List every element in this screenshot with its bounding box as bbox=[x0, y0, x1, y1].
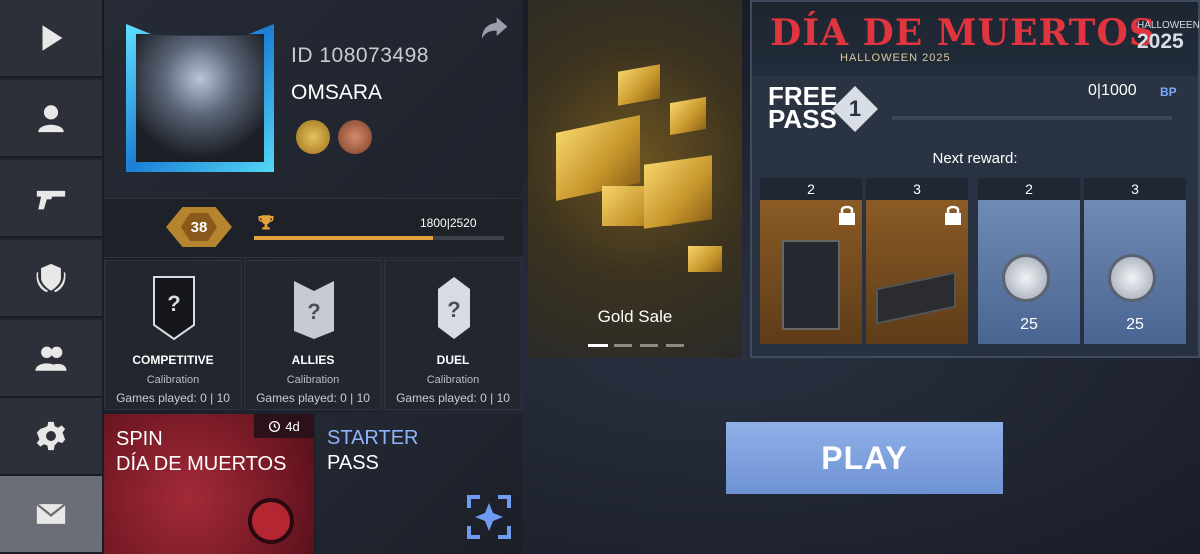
reward-image bbox=[760, 200, 862, 344]
event-year: 2025 bbox=[1137, 30, 1184, 53]
sidebar-item-settings[interactable] bbox=[0, 398, 102, 476]
starter-pass-icon bbox=[467, 495, 511, 539]
rank-title: COMPETITIVE bbox=[132, 353, 214, 367]
allies-rank-icon: ? bbox=[294, 281, 334, 339]
play-button[interactable]: PLAY bbox=[726, 422, 1003, 494]
rank-card-duel[interactable]: ? DUEL Calibration Games played: 0 | 10 bbox=[384, 260, 522, 410]
reward-image: 25 bbox=[978, 200, 1080, 344]
shield-laurel-icon bbox=[36, 263, 66, 293]
chest-icon bbox=[876, 271, 956, 325]
share-icon[interactable] bbox=[478, 12, 510, 44]
rank-status: Calibration bbox=[146, 374, 200, 386]
sidebar-item-friends[interactable] bbox=[0, 320, 102, 398]
silver-coin-icon bbox=[1108, 254, 1156, 302]
reward-item[interactable]: 3 bbox=[866, 178, 968, 344]
svg-text:?: ? bbox=[447, 297, 460, 322]
rank-card-competitive[interactable]: ? COMPETITIVE Calibration Games played: … bbox=[104, 260, 242, 410]
rank-status: Calibration bbox=[426, 374, 480, 386]
coin-amount: 25 bbox=[1020, 316, 1038, 333]
player-name: OMSARA bbox=[291, 81, 383, 104]
rank-status: Calibration bbox=[286, 374, 340, 386]
trophy-icon bbox=[258, 215, 274, 230]
rank-badge-icon[interactable] bbox=[338, 120, 372, 154]
starter-pass-sublabel: PASS bbox=[327, 452, 379, 474]
sidebar-item-play[interactable] bbox=[0, 0, 102, 78]
reward-tier: 3 bbox=[866, 178, 968, 200]
paw-badge-icon[interactable] bbox=[296, 120, 330, 154]
gear-icon bbox=[36, 421, 66, 451]
reward-item[interactable]: 3 25 bbox=[1084, 178, 1186, 344]
clock-icon bbox=[269, 420, 281, 432]
envelope-icon bbox=[36, 503, 66, 524]
gold-bar-icon bbox=[688, 246, 722, 272]
sidebar-item-profile[interactable] bbox=[0, 80, 102, 158]
svg-text:?: ? bbox=[307, 299, 320, 324]
rank-title: ALLIES bbox=[291, 353, 335, 367]
rank-games: Games played: 0 | 10 bbox=[116, 391, 230, 405]
carousel-dot[interactable] bbox=[640, 344, 658, 347]
play-icon bbox=[42, 25, 63, 51]
carousel-dot[interactable] bbox=[614, 344, 632, 347]
reward-image bbox=[866, 200, 968, 344]
gold-bar-icon bbox=[670, 96, 706, 136]
reward-tier: 2 bbox=[978, 178, 1080, 200]
spin-timer: 4d bbox=[254, 414, 314, 438]
duel-rank-icon: ? bbox=[438, 277, 470, 339]
coin-amount: 25 bbox=[1126, 316, 1144, 333]
event-subtitle: HALLOWEEN 2025 bbox=[840, 52, 951, 64]
bp-progress-text: 0|1000 bbox=[1088, 82, 1137, 99]
avatar[interactable] bbox=[126, 24, 274, 172]
carousel-dot-active[interactable] bbox=[588, 344, 608, 347]
xp-text: 1800|2520 bbox=[420, 216, 477, 230]
rank-title: DUEL bbox=[436, 353, 470, 367]
starter-pass-label: STARTER bbox=[327, 427, 419, 449]
reward-item[interactable]: 2 bbox=[760, 178, 862, 344]
person-icon bbox=[38, 105, 64, 133]
reward-item[interactable]: 2 25 bbox=[978, 178, 1080, 344]
silver-coin-icon bbox=[1002, 254, 1050, 302]
group-icon bbox=[35, 346, 67, 371]
pistol-icon bbox=[36, 190, 66, 210]
reward-tier: 2 bbox=[760, 178, 862, 200]
player-id: ID 108073498 bbox=[291, 44, 429, 67]
rank-games: Games played: 0 | 10 bbox=[396, 391, 510, 405]
free-pass-label: FREE PASS bbox=[768, 81, 838, 134]
sidebar-item-arsenal[interactable] bbox=[0, 160, 102, 238]
rank-card-allies[interactable]: ? ALLIES Calibration Games played: 0 | 1… bbox=[244, 260, 382, 410]
svg-text:?: ? bbox=[167, 291, 180, 316]
lock-icon bbox=[839, 205, 855, 225]
reward-image: 25 bbox=[1084, 200, 1186, 344]
spin-token-icon bbox=[248, 498, 294, 544]
event-title: DÍA DE MUERTOS bbox=[770, 12, 1156, 54]
bp-unit: BP bbox=[1160, 85, 1177, 99]
xp-fill bbox=[254, 236, 433, 240]
gold-sale-label: Gold Sale bbox=[597, 307, 673, 326]
sidebar-item-mail[interactable] bbox=[0, 476, 102, 554]
carousel-dot[interactable] bbox=[666, 344, 684, 347]
bp-progress-track bbox=[892, 116, 1172, 120]
rank-games: Games played: 0 | 10 bbox=[256, 391, 370, 405]
next-reward-label: Next reward: bbox=[932, 150, 1018, 167]
reward-tier: 3 bbox=[1084, 178, 1186, 200]
lock-icon bbox=[945, 205, 961, 225]
gold-bar-icon bbox=[644, 155, 712, 229]
sidebar-item-clan[interactable] bbox=[0, 240, 102, 318]
competitive-rank-icon: ? bbox=[153, 276, 195, 341]
case-icon bbox=[782, 240, 840, 330]
